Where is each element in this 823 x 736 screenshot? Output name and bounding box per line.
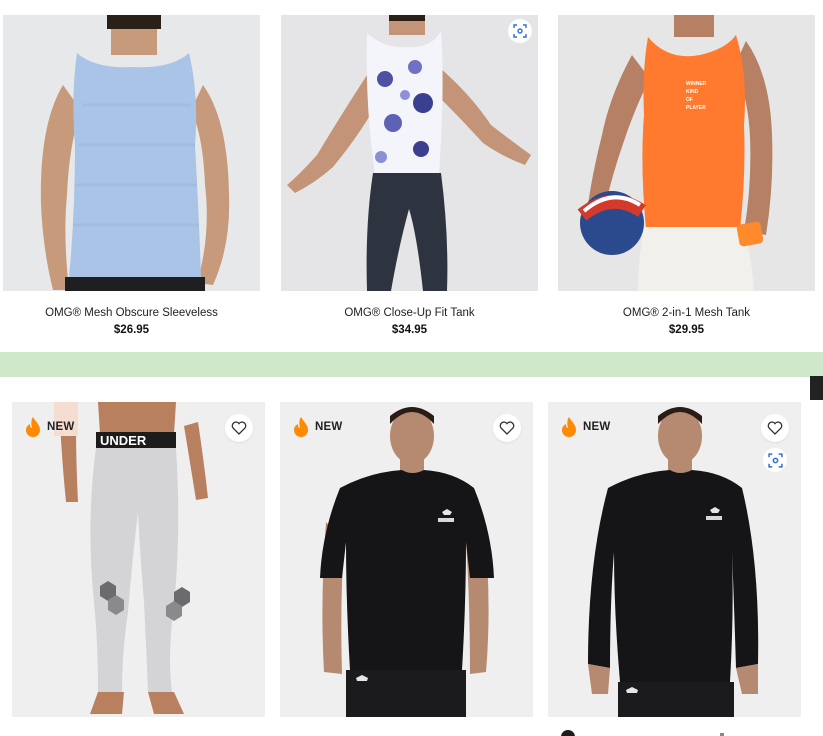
product-image[interactable]: [281, 15, 538, 291]
new-badge: NEW: [292, 416, 342, 438]
tank-print-line: KIND: [686, 89, 699, 95]
visual-search-icon[interactable]: [763, 448, 787, 472]
new-badge: NEW: [24, 416, 74, 438]
badge-label: NEW: [315, 421, 343, 433]
product-grid-top: OMG® Mesh Obscure Sleeveless $26.95 OMG®…: [0, 0, 823, 352]
tank-print-line: WINNER: [686, 81, 707, 87]
fire-icon: [562, 417, 576, 437]
product-name[interactable]: OMG® Close-Up Fit Tank: [281, 307, 538, 319]
product-card[interactable]: UNDER NEW: [12, 402, 265, 717]
product-name[interactable]: OMG® Mesh Obscure Sleeveless: [3, 307, 260, 319]
fire-icon: [26, 417, 40, 437]
product-card[interactable]: NEW: [280, 402, 533, 717]
visual-search-icon[interactable]: [508, 19, 532, 43]
product-image[interactable]: [3, 15, 260, 291]
product-image[interactable]: [280, 402, 533, 717]
fire-icon: [294, 417, 308, 437]
product-price: $29.95: [668, 324, 705, 336]
wishlist-button[interactable]: [761, 414, 789, 442]
tank-print-line: PLAYER: [686, 105, 706, 111]
badge-label: NEW: [47, 421, 75, 433]
product-grid-bottom: UNDER NEW NEW NEW: [0, 377, 823, 736]
promo-banner-strip: [0, 352, 823, 377]
product-card[interactable]: WINNER KIND OF PLAYER OMG® 2-in-1 Mesh T…: [558, 15, 815, 336]
product-image[interactable]: WINNER KIND OF PLAYER: [558, 15, 815, 291]
product-image[interactable]: UNDER: [12, 402, 265, 717]
heart-icon: [499, 421, 515, 435]
product-price: $26.95: [113, 324, 150, 336]
badge-label: NEW: [583, 421, 611, 433]
product-card[interactable]: NEW: [548, 402, 801, 717]
wishlist-button[interactable]: [493, 414, 521, 442]
new-badge: NEW: [560, 416, 610, 438]
tank-print-line: OF: [686, 97, 693, 103]
product-image[interactable]: [548, 402, 801, 717]
product-card[interactable]: OMG® Mesh Obscure Sleeveless $26.95: [3, 15, 260, 336]
product-name[interactable]: OMG® 2-in-1 Mesh Tank: [558, 307, 815, 319]
product-card[interactable]: OMG® Close-Up Fit Tank $34.95: [281, 15, 538, 336]
heart-icon: [231, 421, 247, 435]
heart-icon: [767, 421, 783, 435]
wishlist-button[interactable]: [225, 414, 253, 442]
waistband-logo-text: UNDER: [100, 433, 147, 448]
product-price: $34.95: [391, 324, 428, 336]
